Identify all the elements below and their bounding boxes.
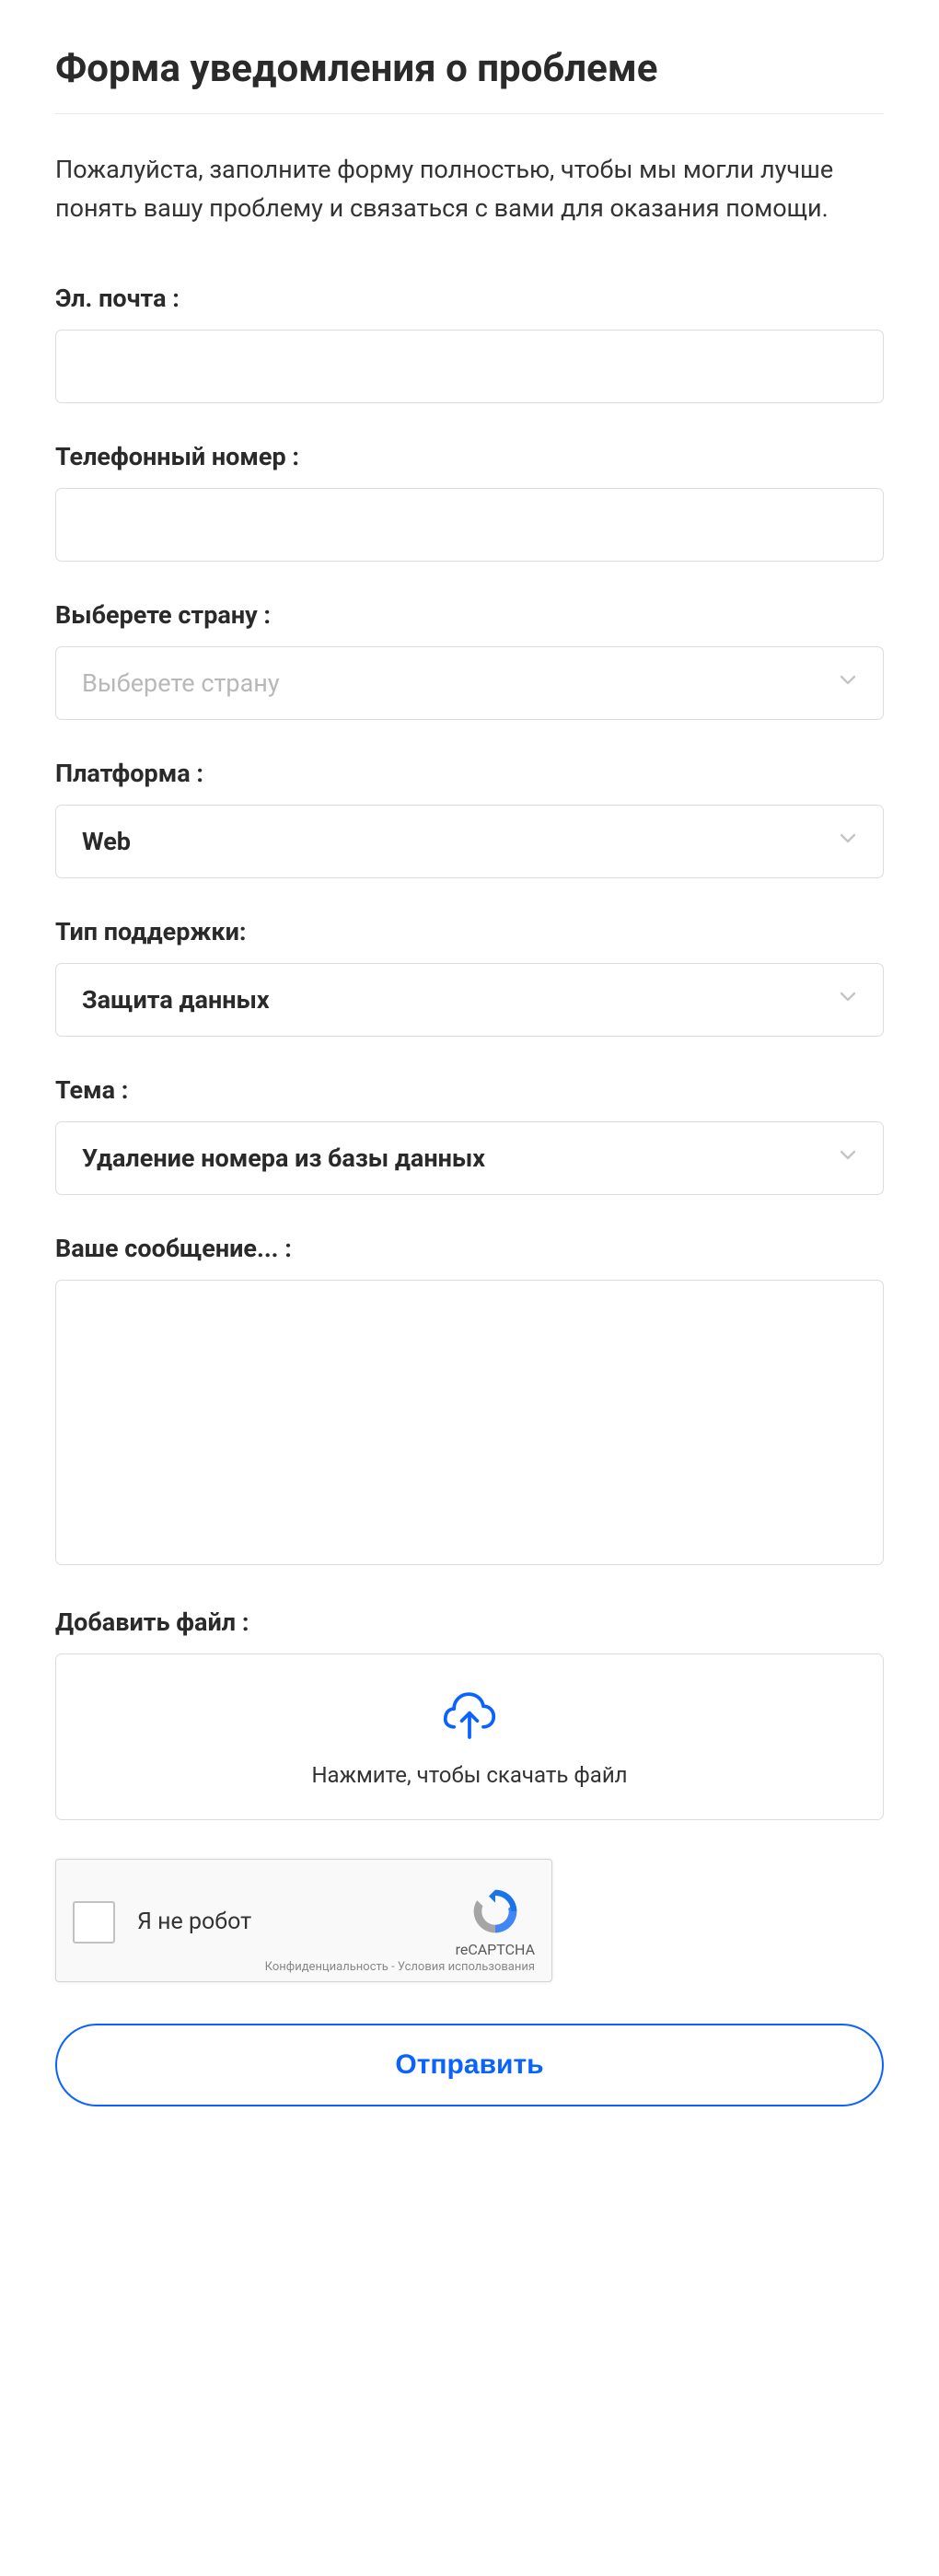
subject-select[interactable]: Удаление номера из базы данных	[55, 1121, 884, 1195]
title-divider	[55, 113, 884, 114]
phone-input[interactable]	[55, 488, 884, 562]
message-textarea[interactable]	[55, 1280, 884, 1565]
platform-group: Платформа : Web	[55, 759, 884, 878]
phone-group: Телефонный номер :	[55, 442, 884, 562]
chevron-down-icon	[835, 825, 861, 857]
message-label: Ваше сообщение... :	[55, 1234, 884, 1263]
platform-select-value: Web	[82, 827, 131, 856]
file-upload-box[interactable]: Нажмите, чтобы скачать файл	[55, 1654, 884, 1820]
subject-select-value: Удаление номера из базы данных	[82, 1143, 485, 1173]
chevron-down-icon	[835, 983, 861, 1015]
page-title: Форма уведомления о проблеме	[55, 46, 884, 91]
email-input[interactable]	[55, 330, 884, 403]
country-group: Выберете страну : Выберете страну	[55, 600, 884, 720]
phone-label: Телефонный номер :	[55, 442, 884, 471]
file-group: Добавить файл : Нажмите, чтобы скачать ф…	[55, 1607, 884, 1820]
upload-cloud-icon	[75, 1691, 864, 1742]
subject-group: Тема : Удаление номера из базы данных	[55, 1075, 884, 1195]
recaptcha-widget: Я не робот reCAPTCHA Конфиденциальность …	[55, 1859, 552, 1982]
support-type-group: Тип поддержки: Защита данных	[55, 917, 884, 1037]
message-group: Ваше сообщение... :	[55, 1234, 884, 1569]
recaptcha-checkbox[interactable]	[73, 1901, 115, 1944]
support-type-select[interactable]: Защита данных	[55, 963, 884, 1037]
country-label: Выберете страну :	[55, 600, 884, 630]
email-label: Эл. почта :	[55, 284, 884, 313]
file-label: Добавить файл :	[55, 1607, 884, 1637]
platform-label: Платформа :	[55, 759, 884, 788]
chevron-down-icon	[835, 1142, 861, 1174]
recaptcha-links[interactable]: Конфиденциальность - Условия использован…	[265, 1960, 535, 1974]
subject-label: Тема :	[55, 1075, 884, 1105]
chevron-down-icon	[835, 667, 861, 699]
recaptcha-brand-text: reCAPTCHA	[456, 1941, 535, 1958]
platform-select[interactable]: Web	[55, 805, 884, 878]
country-select-value: Выберете страну	[82, 668, 280, 698]
email-group: Эл. почта :	[55, 284, 884, 403]
recaptcha-label: Я не робот	[137, 1909, 456, 1935]
file-upload-hint: Нажмите, чтобы скачать файл	[75, 1762, 864, 1788]
recaptcha-branding: reCAPTCHA	[456, 1886, 535, 1958]
country-select[interactable]: Выберете страну	[55, 646, 884, 720]
support-type-label: Тип поддержки:	[55, 917, 884, 946]
intro-text: Пожалуйста, заполните форму полностью, ч…	[55, 151, 884, 228]
support-type-select-value: Защита данных	[82, 985, 270, 1015]
submit-button[interactable]: Отправить	[55, 2024, 884, 2106]
recaptcha-logo-icon	[456, 1886, 535, 1937]
